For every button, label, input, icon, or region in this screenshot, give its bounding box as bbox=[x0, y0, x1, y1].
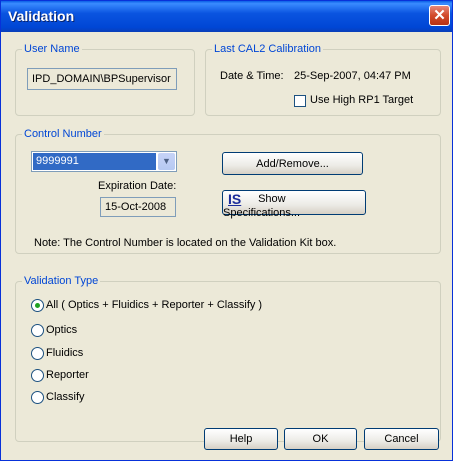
close-button[interactable]: ✕ bbox=[429, 5, 450, 26]
window-title: Validation bbox=[8, 8, 75, 24]
add-remove-button[interactable]: Add/Remove... bbox=[222, 152, 363, 175]
high-rp1-label[interactable]: Use High RP1 Target bbox=[310, 94, 413, 106]
radio-optics[interactable] bbox=[31, 324, 44, 337]
radio-all-label[interactable]: All ( Optics + Fluidics + Reporter + Cla… bbox=[46, 299, 262, 311]
expiration-label: Expiration Date: bbox=[98, 180, 177, 192]
control-number-note: Note: The Control Number is located on t… bbox=[34, 237, 337, 249]
calibration-legend: Last CAL2 Calibration bbox=[214, 43, 322, 55]
title-bar[interactable]: Validation ✕ bbox=[1, 1, 452, 32]
radio-reporter-label[interactable]: Reporter bbox=[46, 369, 89, 381]
radio-classify[interactable] bbox=[31, 391, 44, 404]
radio-selected-dot bbox=[35, 303, 40, 308]
expiration-field: 15-Oct-2008 bbox=[100, 197, 176, 217]
datetime-label: Date & Time: bbox=[220, 70, 284, 82]
high-rp1-checkbox[interactable] bbox=[294, 95, 306, 107]
radio-fluidics-label[interactable]: Fluidics bbox=[46, 347, 83, 359]
user-name-legend: User Name bbox=[24, 43, 80, 55]
radio-classify-label[interactable]: Classify bbox=[46, 391, 85, 403]
radio-fluidics[interactable] bbox=[31, 347, 44, 360]
ok-button[interactable]: OK bbox=[284, 428, 357, 450]
user-name-field: IPD_DOMAIN\BPSupervisor bbox=[27, 68, 177, 90]
help-button[interactable]: Help bbox=[204, 428, 278, 450]
control-number-legend: Control Number bbox=[24, 128, 102, 140]
chevron-down-icon[interactable]: ▼ bbox=[158, 153, 175, 170]
radio-reporter[interactable] bbox=[31, 369, 44, 382]
show-specifications-button[interactable]: IS Show Specifications... bbox=[222, 190, 366, 219]
validation-dialog: Validation ✕ User Name IPD_DOMAIN\BPSupe… bbox=[0, 0, 453, 461]
dialog-body: User Name IPD_DOMAIN\BPSupervisor Last C… bbox=[1, 32, 452, 460]
datetime-value: 25-Sep-2007, 04:47 PM bbox=[294, 70, 411, 82]
radio-optics-label[interactable]: Optics bbox=[46, 324, 77, 336]
cancel-button[interactable]: Cancel bbox=[364, 428, 439, 450]
validation-type-legend: Validation Type bbox=[24, 275, 99, 287]
radio-all[interactable] bbox=[31, 299, 44, 312]
control-number-select[interactable]: 9999991 ▼ bbox=[31, 151, 177, 172]
control-number-value: 9999991 bbox=[33, 153, 156, 170]
specifications-icon: IS bbox=[228, 191, 242, 207]
